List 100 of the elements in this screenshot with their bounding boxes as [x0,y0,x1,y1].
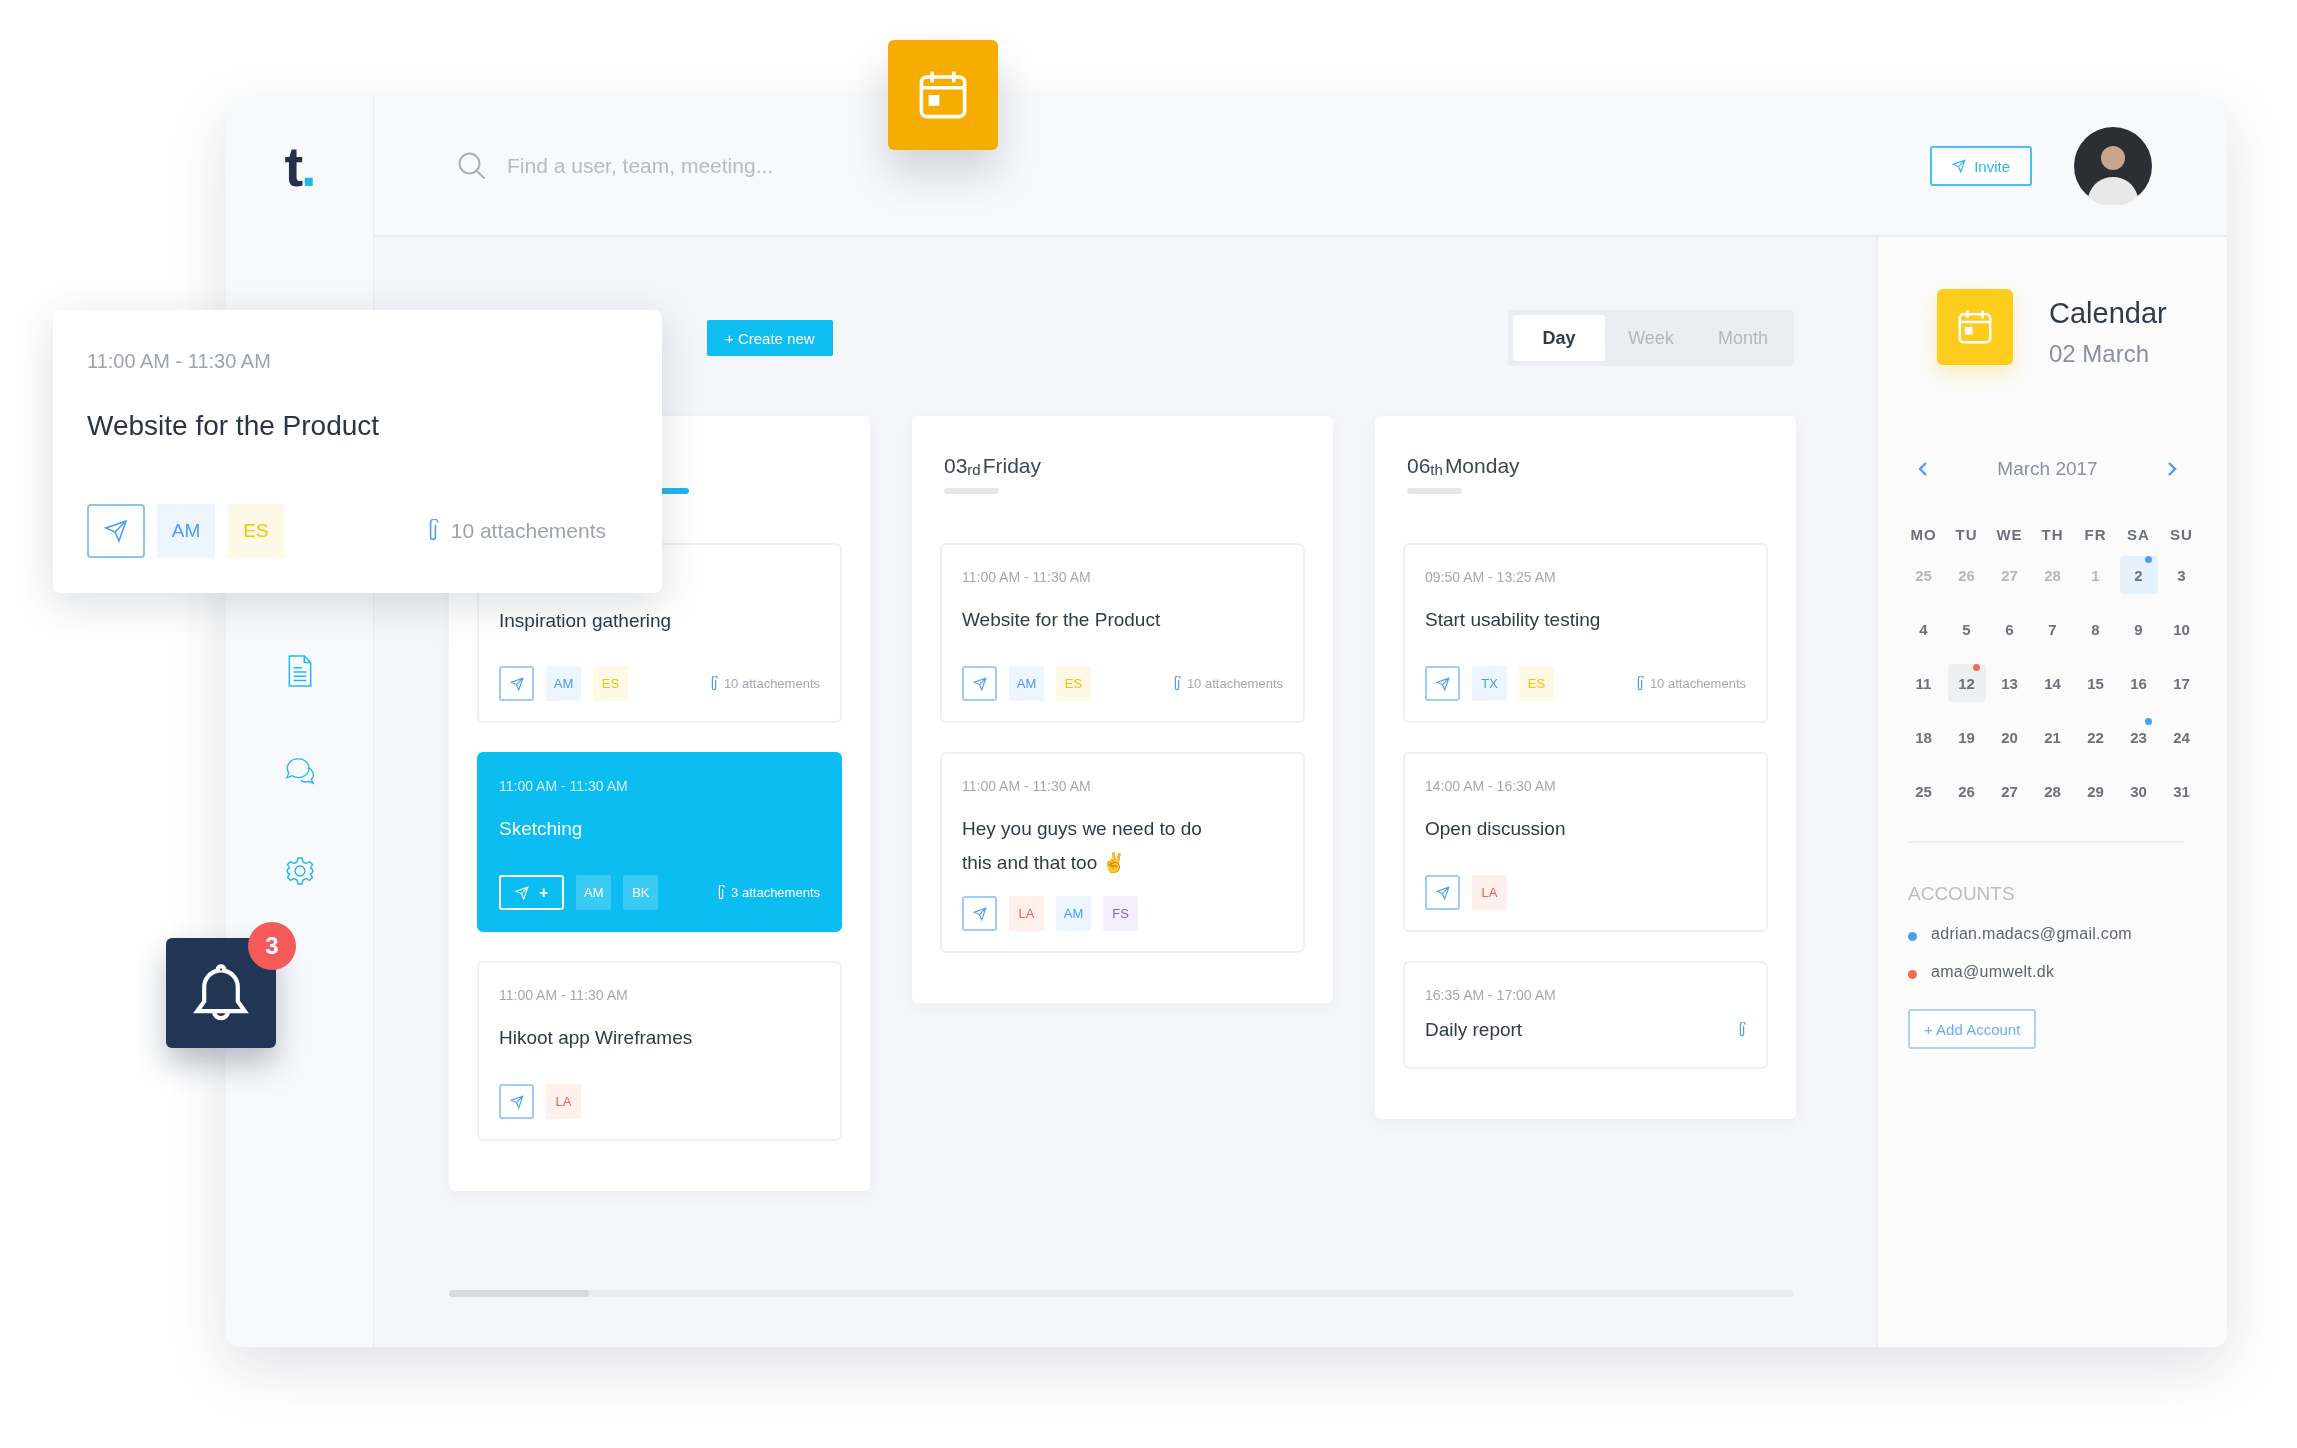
event-card[interactable]: 11:00 AM - 11:30 AM Hey you guys we need to do this and that too ✌ LA AM FS [940,752,1305,953]
weekday-label: SA [2126,526,2151,543]
share-button[interactable] [499,666,534,701]
event-title: Website for the Product [962,608,1161,632]
attachments-count: 10 attachements [450,519,606,543]
notifications-button[interactable] [166,938,276,1048]
calendar-day[interactable]: 8 [2076,610,2115,648]
calendar-day[interactable]: 31 [2162,772,2201,810]
member-tag: AM [1009,666,1044,701]
share-button[interactable] [1425,875,1460,910]
event-title: Start usability testing [1425,608,1601,632]
event-title: Hey you guys we need to do this and that too ✌ [962,817,1203,875]
account-email[interactable]: ama@umwelt.dk [1931,963,2055,981]
event-card[interactable]: 11:00 AM - 11:30 AM Website for the Product AM ES 10 attachements [940,543,1305,723]
member-tag: ES [593,666,628,701]
paper-plane-icon [104,519,128,543]
weekday-label: SU [2169,526,2194,543]
calendar-day[interactable]: 21 [2033,718,2072,756]
calendar-day[interactable]: 16 [2119,664,2158,702]
scrollbar[interactable] [449,1290,1794,1297]
invite-button[interactable]: Invite [1930,146,2032,186]
paper-plane-icon [1952,159,1967,173]
share-button[interactable] [962,896,997,931]
calendar-day[interactable]: 27 [1990,772,2029,810]
weekday-label: TH [2040,526,2065,543]
member-tag: AM [157,504,215,558]
calendar-date: 02 March [2049,340,2151,368]
share-button[interactable] [962,666,997,701]
share-button[interactable] [87,504,145,558]
month-label: March 2017 [1997,458,2098,480]
event-card[interactable]: 16:35 AM - 17:00 AM Daily report [1403,961,1768,1069]
attachments-count: 3 attachements [731,885,820,900]
search-field[interactable]: Find a user, team, meeting... [505,153,1009,179]
event-title: Daily report [1425,1018,1523,1042]
calendar-day[interactable]: 18 [1904,718,1943,756]
chevron-right-icon[interactable] [2167,461,2177,477]
logo[interactable]: t. [284,133,315,199]
calendar-day[interactable]: 28 [2033,772,2072,810]
event-card[interactable]: 11:00 AM - 11:30 AM Hikoot app Wireframes LA [477,961,842,1141]
member-tag: AM [546,666,581,701]
paper-plane-icon [1435,885,1450,900]
calendar-day[interactable]: 2 [2119,556,2158,594]
event-time: 11:00 AM - 11:30 AM [499,987,629,1003]
event-title: Open discussion [1425,817,1566,841]
calendar-day[interactable]: 5 [1947,610,1986,648]
search-icon [457,151,487,181]
view-tab[interactable]: Day [1513,315,1605,361]
calendar-day[interactable]: 9 [2119,610,2158,648]
calendar-day[interactable]: 17 [2162,664,2201,702]
weekday-label: TU [1954,526,1979,543]
calendar-day[interactable]: 13 [1990,664,2029,702]
calendar-day[interactable]: 20 [1990,718,2029,756]
calendar-icon [1956,308,1994,346]
calendar-day[interactable]: 11 [1904,664,1943,702]
chevron-left-icon[interactable] [1918,461,1928,477]
event-card[interactable]: 14:00 AM - 16:30 AM Open discussion LA [1403,752,1768,932]
add-account-button[interactable]: + Add Account [1908,1009,2037,1049]
paper-plane-icon [509,676,524,691]
calendar-day[interactable]: 14 [2033,664,2072,702]
weekday-label: WE [1995,526,2024,543]
event-title: Website for the Product [87,410,381,442]
member-tag: ES [1519,666,1554,701]
account-email[interactable]: adrian.madacs@gmail.com [1931,925,2132,943]
event-time: 16:35 AM - 17:00 AM [1425,987,1557,1003]
event-card[interactable]: 09:50 AM - 13:25 AM Start usability testing TX ES 10 attachements [1403,543,1768,723]
calendar-day[interactable]: 4 [1904,610,1943,648]
calendar-day[interactable]: 10 [2162,610,2201,648]
share-button[interactable] [499,1084,534,1119]
calendar-day[interactable]: 26 [1947,772,1986,810]
calendar-day[interactable]: 30 [2119,772,2158,810]
calendar-day[interactable]: 23 [2119,718,2158,756]
chat-icon[interactable] [284,755,315,787]
paper-plane-icon [509,1094,524,1109]
weekday-label: MO [1909,526,1938,543]
attachments-count: 10 attachements [1649,676,1746,691]
event-title: Hikoot app Wireframes [499,1026,693,1050]
paper-plane-icon [515,885,529,900]
share-button[interactable] [1425,666,1460,701]
event-title: Sketching [499,817,583,841]
calendar-day[interactable]: 15 [2076,664,2115,702]
member-tag: AM [1056,896,1091,931]
settings-icon[interactable] [284,855,315,887]
calendar-day[interactable]: 29 [2076,772,2115,810]
calendar-day[interactable]: 24 [2162,718,2201,756]
attachments-count: 10 attachements [723,676,820,691]
calendar-day[interactable]: 12 [1947,664,1986,702]
calendar-day[interactable]: 22 [2076,718,2115,756]
calendar-day[interactable]: 19 [1947,718,1986,756]
calendar-day[interactable]: 7 [2033,610,2072,648]
calendar-day[interactable]: 6 [1990,610,2029,648]
member-tag: ES [227,504,285,558]
calendar-day[interactable]: 3 [2162,556,2201,594]
attachments-count: 10 attachements [1186,676,1283,691]
member-tag: LA [1009,896,1044,931]
event-time: 09:50 AM - 13:25 AM [1425,569,1557,585]
event-time: 11:00 AM - 11:30 AM [499,778,629,794]
member-tag: FS [1103,896,1138,931]
avatar[interactable] [2074,127,2152,205]
calendar-day[interactable]: 25 [1904,772,1943,810]
event-time: 11:00 AM - 11:30 AM [87,350,272,373]
